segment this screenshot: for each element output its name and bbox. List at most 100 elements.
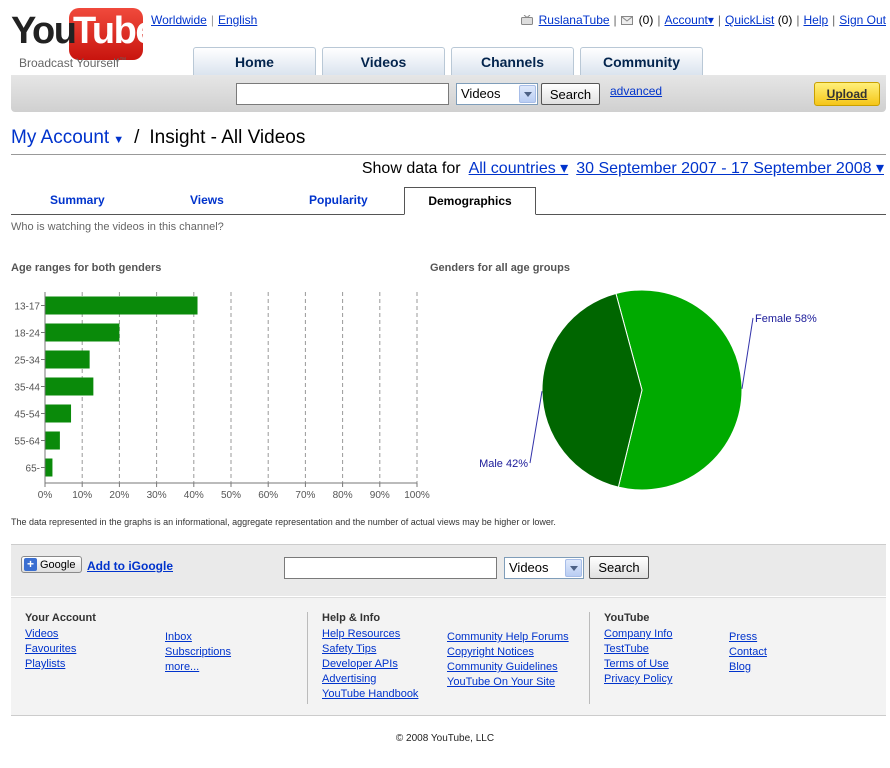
worldwide-link[interactable]: Worldwide — [151, 13, 207, 27]
y-tick-label: 25-34 — [14, 356, 40, 367]
section-title: Insight - All Videos — [149, 127, 306, 148]
chevron-down-icon: ▾ — [707, 13, 714, 27]
quicklist-link[interactable]: QuickList — [725, 13, 774, 27]
mail-icon[interactable] — [620, 15, 633, 25]
gender-chart-title: Genders for all age groups — [430, 262, 570, 274]
tab-summary[interactable]: Summary — [50, 193, 105, 207]
age-bar-chart: 0% 10% 20% 30% 40% 50% 60% 70% 80% 90% 100% 13-17 18… — [14, 292, 430, 501]
footer-link[interactable]: Community Guidelines — [447, 660, 569, 675]
x-tick-label: 20% — [109, 490, 129, 501]
footer-link[interactable]: Developer APIs — [322, 657, 418, 672]
date-range-dropdown[interactable]: 30 September 2007 - 17 September 2008 ▾ — [576, 160, 884, 177]
footer-link[interactable]: Videos — [25, 627, 96, 642]
copyright: © 2008 YouTube, LLC — [395, 733, 495, 744]
footer-link[interactable]: Inbox — [165, 630, 231, 645]
footer-link[interactable]: Contact — [729, 645, 767, 660]
logo-tube-text: Tube — [73, 10, 156, 52]
footer-link[interactable]: TestTube — [604, 642, 672, 657]
footer-link[interactable]: Safety Tips — [322, 642, 418, 657]
y-tick-label: 35-44 — [14, 383, 40, 394]
add-to-google-badge[interactable]: + Google — [21, 556, 82, 573]
footer-heading: YouTube — [604, 612, 650, 624]
footer-link[interactable]: Terms of Use — [604, 657, 672, 672]
help-link[interactable]: Help — [803, 13, 828, 27]
x-tick-label: 60% — [258, 490, 278, 501]
search-category-select[interactable]: Videos — [456, 83, 538, 105]
bottom-search-input[interactable] — [284, 557, 497, 579]
footer-link[interactable]: YouTube Handbook — [322, 687, 418, 702]
divider — [11, 154, 886, 155]
nav-tab-home[interactable]: Home — [193, 47, 316, 76]
quicklist-count: (0) — [777, 13, 793, 27]
footer-link[interactable]: Advertising — [322, 672, 418, 687]
bar — [45, 404, 72, 423]
english-link[interactable]: English — [218, 13, 257, 27]
youtube-logo[interactable]: You Tube Broadcast Yourself™ — [11, 6, 156, 72]
pie-label: Female 58% — [755, 313, 817, 325]
pie-leader-line — [741, 317, 754, 389]
dropdown-arrow-icon — [565, 559, 582, 577]
footer-link[interactable]: Copyright Notices — [447, 645, 569, 660]
pie-label: Male 42% — [479, 458, 528, 470]
bar — [45, 377, 94, 396]
bottom-search-category-select[interactable]: Videos — [504, 557, 584, 579]
bottom-search-button[interactable]: Search — [589, 556, 649, 579]
add-to-igoogle-link[interactable]: Add to iGoogle — [87, 559, 173, 573]
my-account-link[interactable]: My Account ▼ — [11, 127, 124, 148]
x-tick-label: 70% — [295, 490, 315, 501]
footer-help-info-col2: Community Help Forums Copyright Notices … — [447, 630, 569, 690]
tab-views[interactable]: Views — [190, 193, 224, 207]
sign-out-link[interactable]: Sign Out — [839, 13, 886, 27]
footer-your-account: Your Account Videos Favourites Playlists — [25, 612, 96, 672]
footer-link[interactable]: Community Help Forums — [447, 630, 569, 645]
dropdown-arrow-icon — [519, 85, 536, 103]
age-chart-title: Age ranges for both genders — [11, 262, 162, 274]
insight-tabs: Summary Views Popularity Demographics — [11, 187, 886, 215]
footer-link[interactable]: Privacy Policy — [604, 672, 672, 687]
plus-icon: + — [24, 558, 37, 571]
search-button[interactable]: Search — [541, 83, 600, 105]
advanced-search-link[interactable]: advanced — [610, 84, 662, 98]
tab-popularity[interactable]: Popularity — [309, 193, 368, 207]
account-menu-link[interactable]: Account▾ — [664, 13, 713, 27]
user-bar: RuslanaTube | (0) | Account▾ | QuickList… — [520, 13, 886, 27]
nav-tab-videos[interactable]: Videos — [322, 47, 445, 76]
footer-divider — [307, 612, 308, 704]
bar — [45, 431, 60, 450]
y-tick-label: 55-64 — [14, 437, 40, 448]
bar — [45, 458, 53, 477]
gender-pie-chart: Female 58% Male 42% — [479, 289, 817, 491]
igoogle-bar: + Google Add to iGoogle Videos Search — [11, 544, 886, 596]
nav-tab-channels[interactable]: Channels — [451, 47, 574, 76]
tab-demographics[interactable]: Demographics — [404, 187, 536, 215]
upload-button[interactable]: Upload — [814, 82, 880, 106]
footer-link[interactable]: Subscriptions — [165, 645, 231, 660]
footer-link[interactable]: Playlists — [25, 657, 96, 672]
footer-link[interactable]: Help Resources — [322, 627, 418, 642]
footer-link[interactable]: YouTube On Your Site — [447, 675, 569, 690]
x-tick-label: 40% — [184, 490, 204, 501]
x-tick-label: 0% — [38, 490, 53, 501]
username-link[interactable]: RuslanaTube — [539, 13, 610, 27]
logo-tagline: Broadcast Yourself™ — [19, 56, 127, 70]
footer-link[interactable]: more... — [165, 660, 231, 675]
countries-dropdown[interactable]: All countries ▾ — [469, 160, 569, 177]
search-input[interactable] — [236, 83, 449, 105]
footer: Your Account Videos Favourites Playlists… — [11, 597, 886, 716]
x-tick-label: 90% — [370, 490, 390, 501]
footer-link[interactable]: Company Info — [604, 627, 672, 642]
footer-heading: Help & Info — [322, 612, 381, 624]
x-tick-label: 100% — [404, 490, 430, 501]
nav-tab-community[interactable]: Community — [580, 47, 703, 76]
footer-link[interactable]: Blog — [729, 660, 767, 675]
page-title: My Account ▼ / Insight - All Videos — [11, 127, 306, 148]
search-bar: Videos Search advanced Upload — [11, 75, 886, 112]
section-question: Who is watching the videos in this chann… — [11, 221, 224, 233]
x-tick-label: 50% — [221, 490, 241, 501]
y-tick-label: 18-24 — [14, 329, 40, 340]
footer-youtube-col2: Press Contact Blog — [729, 630, 767, 675]
footer-link[interactable]: Press — [729, 630, 767, 645]
x-tick-label: 80% — [333, 490, 353, 501]
footer-link[interactable]: Favourites — [25, 642, 96, 657]
x-tick-label: 30% — [147, 490, 167, 501]
